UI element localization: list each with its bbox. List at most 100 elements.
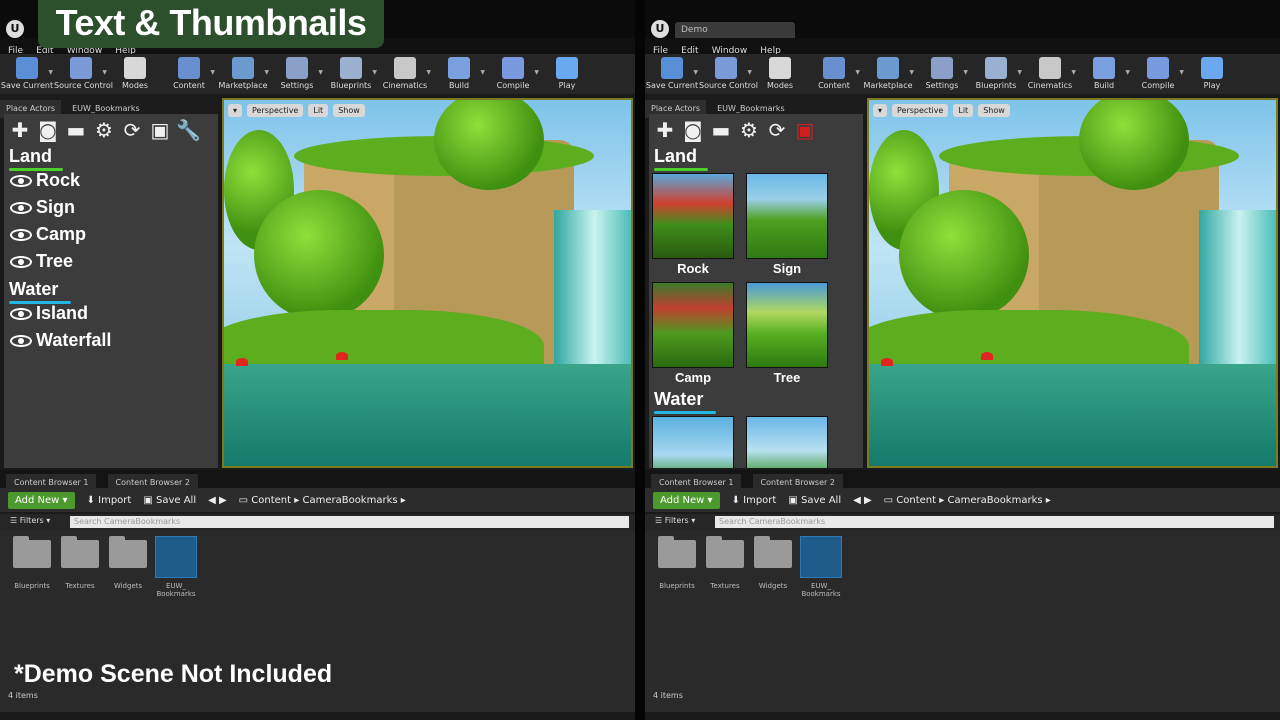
chevron-down-icon[interactable]: ▼ xyxy=(48,69,53,76)
chevron-down-icon[interactable]: ▼ xyxy=(747,69,752,76)
asset-euwbookmarks[interactable]: EUW_ Bookmarks xyxy=(154,536,198,598)
chevron-down-icon[interactable]: ▼ xyxy=(318,69,323,76)
history-nav[interactable]: ◀ ▶ xyxy=(853,495,872,506)
add-new-button[interactable]: Add New ▾ xyxy=(8,491,75,509)
toolbar-cinematics-button[interactable]: Cinematics ▼ xyxy=(1023,54,1077,94)
chevron-down-icon[interactable]: ▼ xyxy=(693,69,698,76)
perspective-button[interactable]: Perspective xyxy=(247,104,304,117)
viewport-options-button[interactable]: ▾ xyxy=(228,104,243,117)
folder-icon[interactable]: ▬ xyxy=(709,118,733,142)
import-button[interactable]: ⬇ Import xyxy=(87,495,132,506)
chevron-down-icon[interactable]: ▼ xyxy=(480,69,485,76)
filters-button[interactable]: ☰ Filters ▾ xyxy=(655,516,695,525)
history-nav[interactable]: ◀ ▶ xyxy=(208,495,227,506)
bookmark-camp[interactable]: Camp xyxy=(4,221,218,248)
asset-widgets[interactable]: Widgets xyxy=(106,536,150,590)
toolbar-modes-button[interactable]: Modes xyxy=(753,54,807,94)
save-all-button[interactable]: ▣ Save All xyxy=(143,495,196,506)
search-input[interactable]: Search CameraBookmarks xyxy=(715,516,1274,528)
thumbnail-tree[interactable]: Tree xyxy=(746,282,828,385)
chevron-down-icon[interactable]: ▼ xyxy=(534,69,539,76)
bookmark-island[interactable]: Island xyxy=(4,300,218,327)
perspective-button[interactable]: Perspective xyxy=(892,104,949,117)
gear-icon[interactable]: ⚙ xyxy=(737,118,761,142)
breadcrumb-camerabookmarks[interactable]: CameraBookmarks xyxy=(947,495,1042,506)
refresh-icon[interactable]: ⟳ xyxy=(765,118,789,142)
chevron-down-icon[interactable]: ▼ xyxy=(909,69,914,76)
refresh-icon[interactable]: ⟳ xyxy=(120,118,144,142)
bookmark-waterfall[interactable]: Waterfall xyxy=(4,327,218,354)
asset-blueprints[interactable]: Blueprints xyxy=(655,536,699,590)
toolbar-compile-button[interactable]: Compile ▼ xyxy=(486,54,540,94)
add-icon[interactable]: ✚ xyxy=(8,118,32,142)
toolbar-cinematics-button[interactable]: Cinematics ▼ xyxy=(378,54,432,94)
chevron-down-icon[interactable]: ▼ xyxy=(1179,69,1184,76)
chevron-down-icon[interactable]: ▼ xyxy=(426,69,431,76)
folder-icon[interactable]: ▬ xyxy=(64,118,88,142)
thumbnail-sign[interactable]: Sign xyxy=(746,173,828,276)
add-new-button[interactable]: Add New ▾ xyxy=(653,491,720,509)
toolbar-compile-button[interactable]: Compile ▼ xyxy=(1131,54,1185,94)
bookmark-tree[interactable]: Tree xyxy=(4,248,218,275)
toolbar-content-button[interactable]: Content ▼ xyxy=(162,54,216,94)
image-icon[interactable]: ▣ xyxy=(793,118,817,142)
chevron-down-icon[interactable]: ▼ xyxy=(1071,69,1076,76)
lit-button[interactable]: Lit xyxy=(308,104,329,117)
toolbar-settings-button[interactable]: Settings ▼ xyxy=(915,54,969,94)
import-button[interactable]: ⬇ Import xyxy=(732,495,777,506)
breadcrumb-content[interactable]: Content xyxy=(896,495,936,506)
toolbar-settings-button[interactable]: Settings ▼ xyxy=(270,54,324,94)
camera-icon[interactable]: ◙ xyxy=(36,118,60,142)
thumbnail-island[interactable] xyxy=(652,416,734,468)
toolbar-play-button[interactable]: Play xyxy=(540,54,594,94)
wrench-icon[interactable]: 🔧 xyxy=(176,118,201,142)
chevron-down-icon[interactable]: ▼ xyxy=(102,69,107,76)
toolbar-marketplace-button[interactable]: Marketplace ▼ xyxy=(861,54,915,94)
level-viewport[interactable]: ▾ Perspective Lit Show xyxy=(867,98,1278,468)
chevron-down-icon[interactable]: ▼ xyxy=(963,69,968,76)
filters-button[interactable]: ☰ Filters ▾ xyxy=(10,516,50,525)
chevron-down-icon[interactable]: ▼ xyxy=(1125,69,1130,76)
asset-widgets[interactable]: Widgets xyxy=(751,536,795,590)
bookmark-sign[interactable]: Sign xyxy=(4,194,218,221)
asset-textures[interactable]: Textures xyxy=(58,536,102,590)
toolbar-build-button[interactable]: Build ▼ xyxy=(432,54,486,94)
camera-icon[interactable]: ◙ xyxy=(681,118,705,142)
chevron-down-icon[interactable]: ▼ xyxy=(855,69,860,76)
show-button[interactable]: Show xyxy=(333,104,365,117)
breadcrumb-camerabookmarks[interactable]: CameraBookmarks xyxy=(302,495,397,506)
asset-euwbookmarks[interactable]: EUW_ Bookmarks xyxy=(799,536,843,598)
toolbar-source-control-button[interactable]: Source Control ▼ xyxy=(699,54,758,94)
thumbnail-rock[interactable]: Rock xyxy=(652,173,734,276)
add-icon[interactable]: ✚ xyxy=(653,118,677,142)
toolbar-modes-button[interactable]: Modes xyxy=(108,54,162,94)
thumbnail-waterfall[interactable] xyxy=(746,416,828,468)
show-button[interactable]: Show xyxy=(978,104,1010,117)
breadcrumb-content[interactable]: Content xyxy=(251,495,291,506)
level-tab[interactable]: Demo xyxy=(675,22,795,38)
chevron-down-icon[interactable]: ▼ xyxy=(264,69,269,76)
toolbar-blueprints-button[interactable]: Blueprints ▼ xyxy=(324,54,378,94)
toolbar-content-button[interactable]: Content ▼ xyxy=(807,54,861,94)
toolbar-marketplace-button[interactable]: Marketplace ▼ xyxy=(216,54,270,94)
level-viewport[interactable]: ▾ Perspective Lit Show xyxy=(222,98,633,468)
image-icon[interactable]: ▣ xyxy=(148,118,172,142)
toolbar-source-control-button[interactable]: Source Control ▼ xyxy=(54,54,113,94)
gear-icon[interactable]: ⚙ xyxy=(92,118,116,142)
lit-button[interactable]: Lit xyxy=(953,104,974,117)
bookmark-rock[interactable]: Rock xyxy=(4,167,218,194)
asset-blueprints[interactable]: Blueprints xyxy=(10,536,54,590)
asset-textures[interactable]: Textures xyxy=(703,536,747,590)
toolbar-blueprints-button[interactable]: Blueprints ▼ xyxy=(969,54,1023,94)
chevron-down-icon[interactable]: ▼ xyxy=(372,69,377,76)
thumbnail-camp[interactable]: Camp xyxy=(652,282,734,385)
toolbar-build-button[interactable]: Build ▼ xyxy=(1077,54,1131,94)
toolbar-save-current-button[interactable]: Save Current ▼ xyxy=(645,54,699,94)
chevron-down-icon[interactable]: ▼ xyxy=(210,69,215,76)
toolbar-play-button[interactable]: Play xyxy=(1185,54,1239,94)
viewport-options-button[interactable]: ▾ xyxy=(873,104,888,117)
search-input[interactable]: Search CameraBookmarks xyxy=(70,516,629,528)
chevron-down-icon[interactable]: ▼ xyxy=(1017,69,1022,76)
save-all-button[interactable]: ▣ Save All xyxy=(788,495,841,506)
toolbar-save-current-button[interactable]: Save Current ▼ xyxy=(0,54,54,94)
